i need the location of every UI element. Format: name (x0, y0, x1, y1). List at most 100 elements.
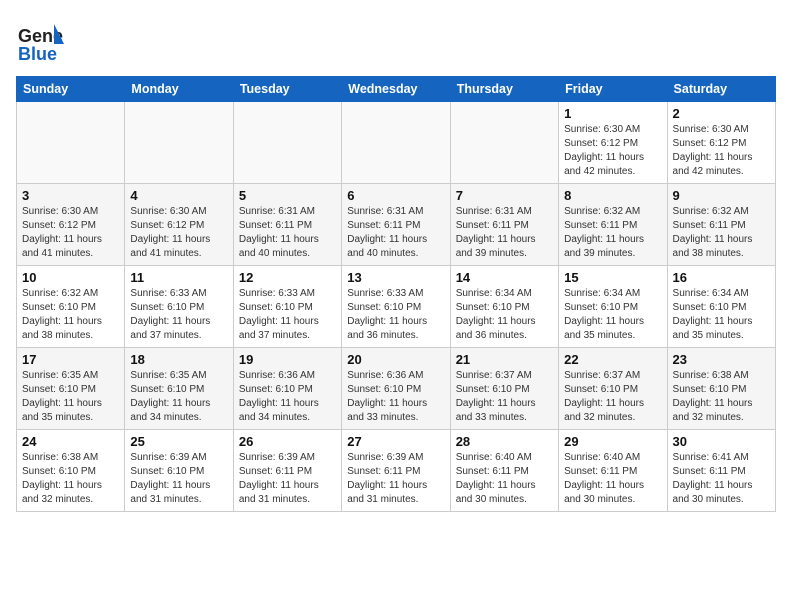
day-number: 25 (130, 434, 227, 449)
day-info: Sunrise: 6:34 AM Sunset: 6:10 PM Dayligh… (673, 287, 770, 343)
day-info: Sunrise: 6:40 AM Sunset: 6:11 PM Dayligh… (456, 451, 553, 507)
calendar-cell: 3 Sunrise: 6:30 AM Sunset: 6:12 PM Daylig… (17, 184, 125, 266)
calendar-cell: 25Sunrise: 6:39 AM Sunset: 6:10 PM Dayli… (125, 430, 233, 512)
calendar-cell: 16Sunrise: 6:34 AM Sunset: 6:10 PM Dayli… (667, 266, 775, 348)
day-info: Sunrise: 6:34 AM Sunset: 6:10 PM Dayligh… (564, 287, 661, 343)
day-info: Sunrise: 6:35 AM Sunset: 6:10 PM Dayligh… (130, 369, 227, 425)
logo-icon: General Blue (16, 16, 64, 64)
calendar-header-row: SundayMondayTuesdayWednesdayThursdayFrid… (17, 77, 776, 102)
calendar-cell: 15 Sunrise: 6:34 AM Sunset: 6:10 PM Dayli… (559, 266, 667, 348)
day-number: 9 (673, 188, 770, 203)
day-number: 15 (564, 270, 661, 285)
day-number: 14 (456, 270, 553, 285)
calendar-cell: 21 Sunrise: 6:37 AM Sunset: 6:10 PM Dayli… (450, 348, 558, 430)
day-info: Sunrise: 6:30 AM Sunset: 6:12 PM Dayligh… (673, 123, 770, 179)
day-number: 13 (347, 270, 444, 285)
day-number: 24 (22, 434, 119, 449)
day-info: Sunrise: 6:33 AM Sunset: 6:10 PM Dayligh… (239, 287, 336, 343)
calendar-cell: 18 Sunrise: 6:35 AM Sunset: 6:10 PM Dayli… (125, 348, 233, 430)
calendar-cell: 26 Sunrise: 6:39 AM Sunset: 6:11 PM Dayli… (233, 430, 341, 512)
calendar-cell: 1 Sunrise: 6:30 AM Sunset: 6:12 PM Daylig… (559, 102, 667, 184)
weekday-header-sunday: Sunday (17, 77, 125, 102)
calendar-cell: 30Sunrise: 6:41 AM Sunset: 6:11 PM Dayli… (667, 430, 775, 512)
day-number: 1 (564, 106, 661, 121)
calendar-week-5: 24 Sunrise: 6:38 AM Sunset: 6:10 PM Dayli… (17, 430, 776, 512)
day-number: 3 (22, 188, 119, 203)
day-number: 28 (456, 434, 553, 449)
day-info: Sunrise: 6:31 AM Sunset: 6:11 PM Dayligh… (456, 205, 553, 261)
calendar-cell: 20 Sunrise: 6:36 AM Sunset: 6:10 PM Dayli… (342, 348, 450, 430)
day-number: 5 (239, 188, 336, 203)
day-number: 23 (673, 352, 770, 367)
calendar-table: SundayMondayTuesdayWednesdayThursdayFrid… (16, 76, 776, 512)
calendar-week-3: 10 Sunrise: 6:32 AM Sunset: 6:10 PM Dayli… (17, 266, 776, 348)
weekday-header-monday: Monday (125, 77, 233, 102)
calendar-cell (17, 102, 125, 184)
day-number: 4 (130, 188, 227, 203)
day-info: Sunrise: 6:30 AM Sunset: 6:12 PM Dayligh… (22, 205, 119, 261)
calendar-cell (233, 102, 341, 184)
day-info: Sunrise: 6:30 AM Sunset: 6:12 PM Dayligh… (130, 205, 227, 261)
calendar-cell: 12 Sunrise: 6:33 AM Sunset: 6:10 PM Dayli… (233, 266, 341, 348)
calendar-cell (125, 102, 233, 184)
calendar-cell: 24 Sunrise: 6:38 AM Sunset: 6:10 PM Dayli… (17, 430, 125, 512)
calendar-cell: 2Sunrise: 6:30 AM Sunset: 6:12 PM Daylig… (667, 102, 775, 184)
day-info: Sunrise: 6:39 AM Sunset: 6:11 PM Dayligh… (239, 451, 336, 507)
day-number: 18 (130, 352, 227, 367)
calendar-cell: 4 Sunrise: 6:30 AM Sunset: 6:12 PM Daylig… (125, 184, 233, 266)
day-number: 7 (456, 188, 553, 203)
weekday-header-thursday: Thursday (450, 77, 558, 102)
svg-text:Blue: Blue (18, 44, 57, 64)
calendar-cell: 28 Sunrise: 6:40 AM Sunset: 6:11 PM Dayli… (450, 430, 558, 512)
weekday-header-wednesday: Wednesday (342, 77, 450, 102)
day-number: 27 (347, 434, 444, 449)
calendar-cell: 19 Sunrise: 6:36 AM Sunset: 6:10 PM Dayli… (233, 348, 341, 430)
day-number: 8 (564, 188, 661, 203)
calendar-cell: 10 Sunrise: 6:32 AM Sunset: 6:10 PM Dayli… (17, 266, 125, 348)
day-info: Sunrise: 6:38 AM Sunset: 6:10 PM Dayligh… (22, 451, 119, 507)
day-info: Sunrise: 6:34 AM Sunset: 6:10 PM Dayligh… (456, 287, 553, 343)
calendar-cell: 13 Sunrise: 6:33 AM Sunset: 6:10 PM Dayli… (342, 266, 450, 348)
day-number: 6 (347, 188, 444, 203)
calendar-cell: 11Sunrise: 6:33 AM Sunset: 6:10 PM Dayli… (125, 266, 233, 348)
day-number: 12 (239, 270, 336, 285)
day-info: Sunrise: 6:40 AM Sunset: 6:11 PM Dayligh… (564, 451, 661, 507)
day-number: 10 (22, 270, 119, 285)
day-info: Sunrise: 6:32 AM Sunset: 6:10 PM Dayligh… (22, 287, 119, 343)
day-number: 26 (239, 434, 336, 449)
weekday-header-saturday: Saturday (667, 77, 775, 102)
weekday-header-tuesday: Tuesday (233, 77, 341, 102)
day-number: 17 (22, 352, 119, 367)
day-info: Sunrise: 6:41 AM Sunset: 6:11 PM Dayligh… (673, 451, 770, 507)
day-info: Sunrise: 6:37 AM Sunset: 6:10 PM Dayligh… (456, 369, 553, 425)
day-info: Sunrise: 6:31 AM Sunset: 6:11 PM Dayligh… (347, 205, 444, 261)
day-number: 20 (347, 352, 444, 367)
calendar-cell: 7 Sunrise: 6:31 AM Sunset: 6:11 PM Daylig… (450, 184, 558, 266)
day-info: Sunrise: 6:36 AM Sunset: 6:10 PM Dayligh… (239, 369, 336, 425)
day-info: Sunrise: 6:31 AM Sunset: 6:11 PM Dayligh… (239, 205, 336, 261)
day-number: 11 (130, 270, 227, 285)
calendar-cell: 14 Sunrise: 6:34 AM Sunset: 6:10 PM Dayli… (450, 266, 558, 348)
day-info: Sunrise: 6:33 AM Sunset: 6:10 PM Dayligh… (347, 287, 444, 343)
day-info: Sunrise: 6:30 AM Sunset: 6:12 PM Dayligh… (564, 123, 661, 179)
calendar-cell: 8 Sunrise: 6:32 AM Sunset: 6:11 PM Daylig… (559, 184, 667, 266)
day-info: Sunrise: 6:38 AM Sunset: 6:10 PM Dayligh… (673, 369, 770, 425)
day-number: 29 (564, 434, 661, 449)
calendar-cell: 9 Sunrise: 6:32 AM Sunset: 6:11 PM Daylig… (667, 184, 775, 266)
calendar-cell: 5 Sunrise: 6:31 AM Sunset: 6:11 PM Daylig… (233, 184, 341, 266)
day-info: Sunrise: 6:36 AM Sunset: 6:10 PM Dayligh… (347, 369, 444, 425)
calendar-cell: 6 Sunrise: 6:31 AM Sunset: 6:11 PM Daylig… (342, 184, 450, 266)
page-header: General Blue (16, 16, 776, 64)
day-number: 21 (456, 352, 553, 367)
day-number: 22 (564, 352, 661, 367)
weekday-header-friday: Friday (559, 77, 667, 102)
day-info: Sunrise: 6:32 AM Sunset: 6:11 PM Dayligh… (564, 205, 661, 261)
day-info: Sunrise: 6:39 AM Sunset: 6:11 PM Dayligh… (347, 451, 444, 507)
day-number: 19 (239, 352, 336, 367)
day-info: Sunrise: 6:32 AM Sunset: 6:11 PM Dayligh… (673, 205, 770, 261)
calendar-week-2: 3 Sunrise: 6:30 AM Sunset: 6:12 PM Daylig… (17, 184, 776, 266)
calendar-cell: 22Sunrise: 6:37 AM Sunset: 6:10 PM Dayli… (559, 348, 667, 430)
calendar-week-1: 1 Sunrise: 6:30 AM Sunset: 6:12 PM Daylig… (17, 102, 776, 184)
calendar-week-4: 17 Sunrise: 6:35 AM Sunset: 6:10 PM Dayli… (17, 348, 776, 430)
calendar-cell (342, 102, 450, 184)
